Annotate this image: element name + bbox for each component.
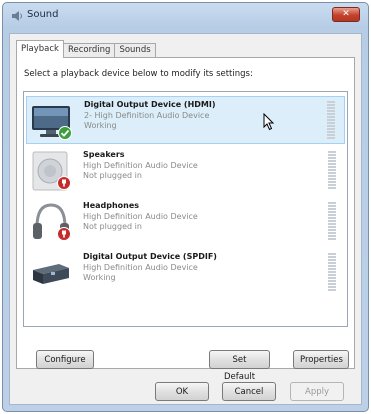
ok-button[interactable]: OK [155, 382, 209, 401]
configure-button[interactable]: Configure [36, 350, 94, 369]
device-name: Digital Output Device (SPDIF) [83, 252, 217, 261]
device-status: Working [84, 121, 117, 130]
device-list[interactable]: Digital Output Device (HDMI) 2- High Def… [23, 91, 348, 327]
close-button[interactable]: ✕ [332, 7, 360, 22]
device-item-speakers[interactable]: Speakers High Definition Audio Device No… [26, 147, 345, 195]
device-description: High Definition Audio Device [83, 263, 198, 272]
unplugged-badge-icon [57, 227, 71, 241]
playback-panel: Select a playback device below to modify… [16, 57, 355, 382]
title-bar[interactable]: Sound ✕ [3, 3, 368, 29]
device-name: Digital Output Device (HDMI) [84, 100, 216, 109]
device-status: Working [83, 273, 116, 282]
device-description: High Definition Audio Device [83, 161, 198, 170]
device-status: Not plugged in [83, 222, 142, 231]
mouse-cursor-icon [263, 113, 275, 131]
volume-meter [327, 101, 335, 141]
instruction-text: Select a playback device below to modify… [24, 69, 253, 79]
default-check-badge-icon [58, 126, 72, 140]
cancel-button[interactable]: Cancel [222, 382, 276, 401]
tab-playback[interactable]: Playback [16, 40, 64, 58]
device-item-spdif[interactable]: Digital Output Device (SPDIF) High Defin… [26, 249, 345, 297]
volume-meter [328, 151, 336, 191]
spdif-device-icon [33, 264, 69, 284]
dialog-client-area: Playback Recording Sounds Select a playb… [9, 33, 362, 405]
device-description: High Definition Audio Device [83, 212, 198, 221]
volume-meter [328, 202, 336, 242]
properties-button[interactable]: Properties [293, 350, 349, 369]
apply-button[interactable]: Apply [290, 382, 344, 401]
volume-meter [328, 253, 336, 293]
device-name: Speakers [83, 150, 125, 159]
unplugged-badge-icon [57, 176, 71, 190]
close-icon: ✕ [342, 9, 350, 19]
tab-sounds[interactable]: Sounds [114, 43, 156, 58]
tab-recording[interactable]: Recording [62, 43, 116, 58]
window-title: Sound [27, 9, 59, 20]
device-status: Not plugged in [83, 171, 142, 180]
set-default-button[interactable]: Set Default [209, 350, 270, 382]
device-item-hdmi[interactable]: Digital Output Device (HDMI) 2- High Def… [26, 96, 345, 144]
tab-strip: Playback Recording Sounds [16, 40, 156, 58]
device-description: 2- High Definition Audio Device [84, 111, 210, 120]
sound-dialog: Sound ✕ Playback Recording Sounds Select… [2, 2, 369, 412]
speaker-title-icon [12, 11, 22, 21]
device-name: Headphones [83, 201, 140, 210]
device-item-headphones[interactable]: Headphones High Definition Audio Device … [26, 198, 345, 246]
